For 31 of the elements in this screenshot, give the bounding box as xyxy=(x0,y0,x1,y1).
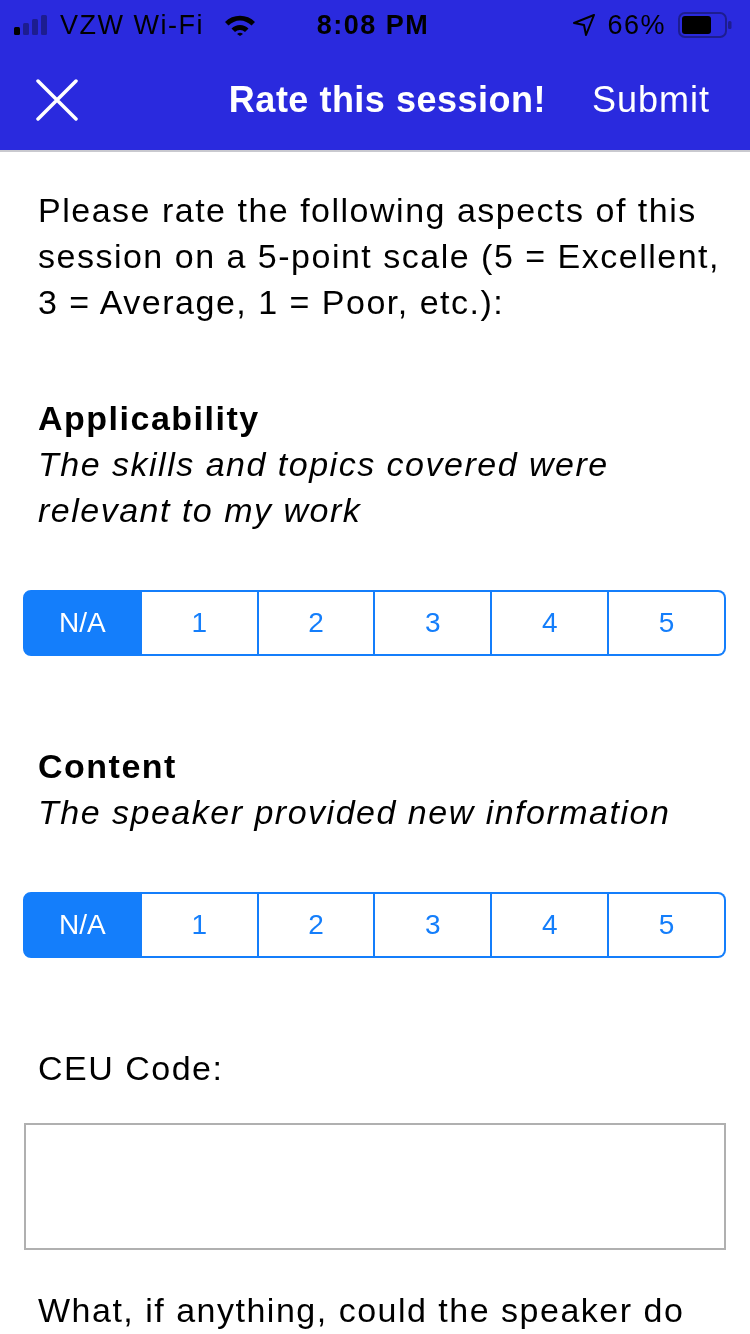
rating-option[interactable]: 1 xyxy=(141,892,259,958)
location-arrow-icon xyxy=(573,14,596,36)
question-description: The speaker provided new information xyxy=(38,792,672,833)
carrier-label: VZW Wi-Fi xyxy=(60,9,204,41)
wifi-icon xyxy=(223,14,256,36)
rating-option[interactable]: 4 xyxy=(492,590,610,656)
screen-title: Rate this session! xyxy=(228,79,546,121)
rating-option[interactable]: 2 xyxy=(258,590,376,656)
rating-option[interactable]: 1 xyxy=(141,590,259,656)
rating-option[interactable]: N/A xyxy=(23,590,142,656)
rating-option[interactable]: 5 xyxy=(609,590,726,656)
rating-option[interactable]: 3 xyxy=(375,892,493,958)
question-text: What, if anything, could the speaker do xyxy=(38,1292,686,1328)
submit-button[interactable]: Submit xyxy=(591,79,710,121)
close-icon xyxy=(36,79,78,121)
input-field[interactable] xyxy=(24,1123,726,1250)
battery-icon xyxy=(678,12,732,38)
rating-option[interactable]: 5 xyxy=(609,892,726,958)
question-title: Applicability xyxy=(38,398,261,439)
rating-option[interactable]: 2 xyxy=(258,892,376,958)
field-label: CEU Code: xyxy=(38,1048,225,1089)
rating-option[interactable]: 4 xyxy=(492,892,610,958)
signal-icon xyxy=(14,15,48,35)
battery-percent: 66% xyxy=(607,9,666,41)
question-description: The skills and topics covered were relevant to my work xyxy=(38,444,610,531)
instructions-text: Please rate the following aspects of this session on a 5-point scale (5 = Excellent, 3 = Average, 1 = Poor, etc.): xyxy=(38,190,721,323)
question-title: Content xyxy=(38,746,178,787)
close-button[interactable] xyxy=(36,79,78,121)
status-time: 8:08 PM xyxy=(316,9,430,41)
rating-option[interactable]: N/A xyxy=(23,892,142,958)
rating-option[interactable]: 3 xyxy=(375,590,493,656)
